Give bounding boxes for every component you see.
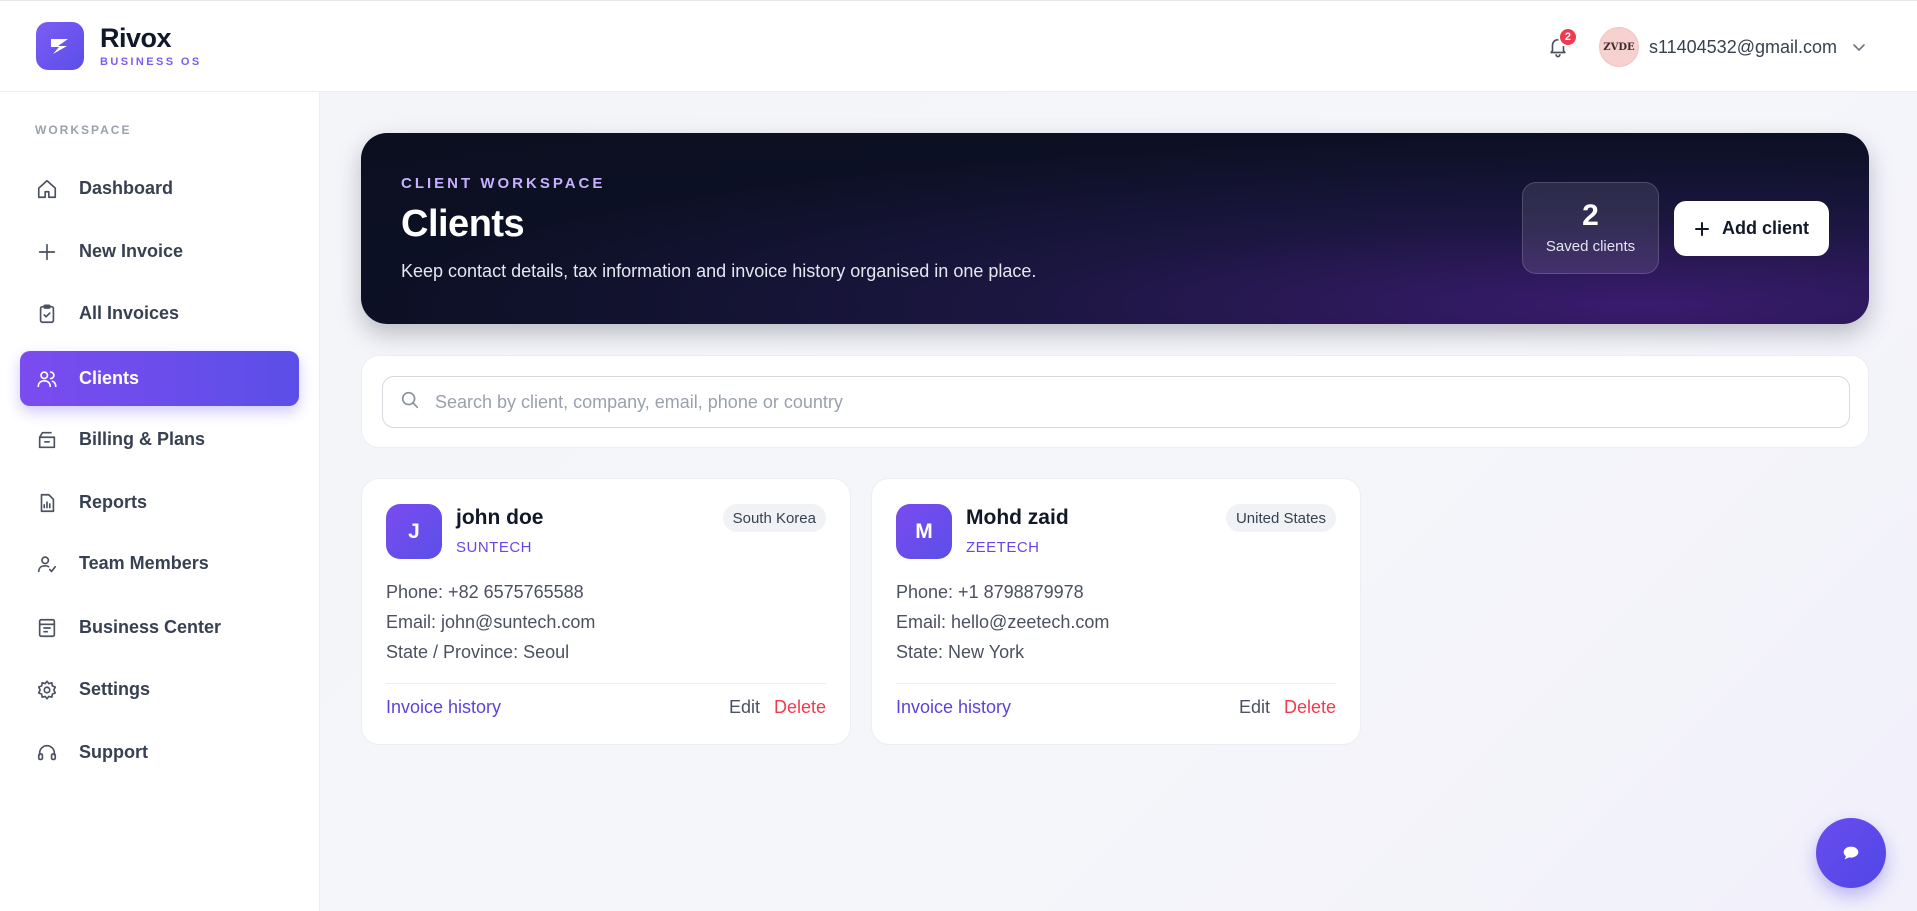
user-avatar[interactable]: ZVDE — [1598, 27, 1639, 67]
client-avatar: M — [896, 504, 952, 559]
sidebar-item-clients[interactable]: Clients — [20, 351, 299, 406]
divider — [896, 683, 1336, 684]
search-input[interactable] — [435, 391, 1815, 413]
client-email: Email: john@suntech.com — [386, 612, 596, 632]
hero-description: Keep contact details, tax information an… — [401, 261, 1037, 281]
client-phone: Phone: +1 8798879978 — [896, 582, 1084, 602]
add-client-label: Add client — [1721, 218, 1809, 238]
client-phone: Phone: +82 6575765588 — [386, 582, 584, 602]
client-country-badge: United States — [1225, 504, 1336, 532]
search-card — [361, 355, 1869, 448]
clipboard-icon — [35, 302, 59, 326]
saved-clients-stat: 2 Saved clients — [1522, 182, 1659, 274]
page-title: Clients — [401, 203, 525, 245]
sidebar-item-support[interactable]: Support — [20, 725, 299, 780]
sidebar-section-title: WORKSPACE — [35, 123, 132, 137]
sidebar-item-label: New Invoice — [79, 241, 184, 261]
search-box[interactable] — [382, 376, 1850, 428]
home-icon — [35, 177, 59, 201]
client-country-badge: South Korea — [722, 504, 826, 532]
top-bar: Rivox BUSINESS OS 2 ZVDE s11404532@gmail… — [0, 0, 1917, 92]
billing-icon — [35, 428, 59, 452]
sidebar-item-label: Team Members — [79, 553, 209, 573]
edit-client-button[interactable]: Edit — [1239, 697, 1270, 718]
brand-logo-icon — [36, 22, 84, 70]
hero-eyebrow: CLIENT WORKSPACE — [401, 175, 606, 192]
chat-bubble-icon — [1843, 846, 1859, 860]
plus-icon — [1694, 221, 1710, 237]
chevron-down-icon[interactable] — [1851, 39, 1867, 55]
hero-banner: CLIENT WORKSPACE Clients Keep contact de… — [361, 133, 1869, 324]
client-company: ZEETECH — [966, 539, 1040, 556]
client-name: Mohd zaid — [966, 506, 1069, 529]
sidebar-item-label: Reports — [79, 492, 148, 512]
client-state: State / Province: Seoul — [386, 642, 570, 662]
sidebar-item-all-invoices[interactable]: All Invoices — [20, 286, 299, 341]
client-avatar: J — [386, 504, 442, 559]
edit-client-button[interactable]: Edit — [729, 697, 760, 718]
saved-clients-count: 2 — [1582, 199, 1599, 232]
brand-name: Rivox — [100, 23, 172, 53]
invoice-history-link[interactable]: Invoice history — [386, 697, 501, 718]
sidebar-item-business-center[interactable]: Business Center — [20, 600, 299, 655]
chat-button[interactable] — [1816, 818, 1886, 888]
sidebar-item-label: Dashboard — [79, 178, 174, 198]
invoice-history-link[interactable]: Invoice history — [896, 697, 1011, 718]
delete-client-button[interactable]: Delete — [774, 697, 826, 718]
team-icon — [35, 552, 59, 576]
sidebar-item-label: All Invoices — [79, 303, 180, 323]
saved-clients-label: Saved clients — [1545, 238, 1636, 255]
main-content: CLIENT WORKSPACE Clients Keep contact de… — [320, 92, 1917, 911]
delete-client-button[interactable]: Delete — [1284, 697, 1336, 718]
sidebar-item-new-invoice[interactable]: New Invoice — [20, 224, 299, 279]
client-email: Email: hello@zeetech.com — [896, 612, 1110, 632]
sidebar-item-settings[interactable]: Settings — [20, 662, 299, 717]
notifications-button[interactable]: 2 — [1543, 27, 1578, 62]
client-company: SUNTECH — [456, 539, 533, 556]
gear-icon — [35, 678, 59, 702]
client-state: State: New York — [896, 642, 1025, 662]
brand[interactable]: Rivox BUSINESS OS — [36, 22, 202, 70]
sidebar-item-team-members[interactable]: Team Members — [20, 536, 299, 591]
sidebar-item-label: Settings — [79, 679, 151, 699]
plus-icon — [35, 240, 59, 264]
sidebar-item-reports[interactable]: Reports — [20, 475, 299, 530]
search-icon — [399, 389, 421, 416]
client-card: M Mohd zaid ZEETECH United States Phone:… — [871, 478, 1361, 745]
users-icon — [35, 367, 59, 391]
report-icon — [35, 491, 59, 515]
client-name: john doe — [456, 506, 544, 529]
add-client-button[interactable]: Add client — [1674, 201, 1829, 256]
user-email[interactable]: s11404532@gmail.com — [1649, 37, 1837, 58]
notification-badge: 2 — [1557, 27, 1578, 47]
sidebar-item-dashboard[interactable]: Dashboard — [20, 161, 299, 216]
divider — [386, 683, 826, 684]
brand-subtitle: BUSINESS OS — [100, 56, 202, 68]
sidebar-item-label: Support — [79, 742, 148, 762]
headset-icon — [35, 741, 59, 765]
sidebar: WORKSPACE Dashboard New Invoice All Invo… — [0, 92, 320, 911]
sidebar-item-billing-plans[interactable]: Billing & Plans — [20, 412, 299, 467]
business-icon — [35, 616, 59, 640]
sidebar-item-label: Clients — [79, 368, 140, 388]
client-card: J john doe SUNTECH South Korea Phone: +8… — [361, 478, 851, 745]
sidebar-item-label: Billing & Plans — [79, 429, 206, 449]
sidebar-item-label: Business Center — [79, 617, 222, 637]
